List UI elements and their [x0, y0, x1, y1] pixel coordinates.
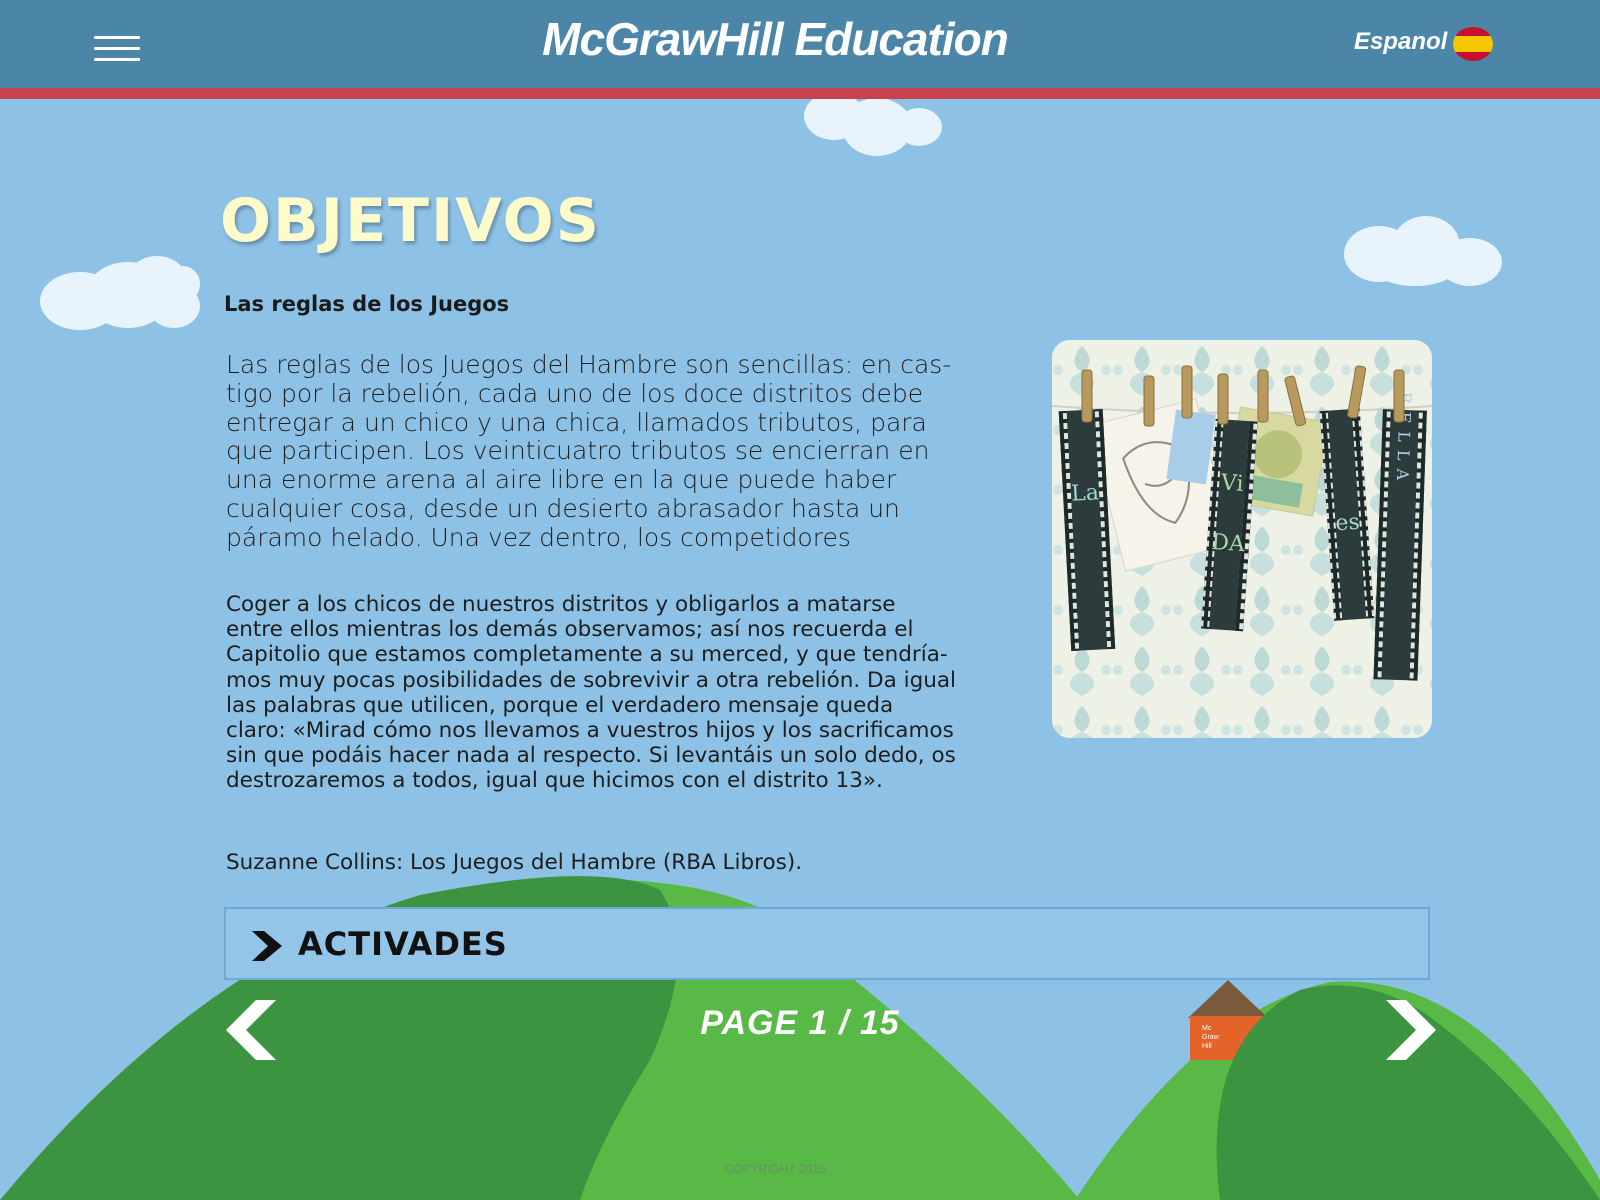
text-line: una enorme arena al aire libre en la que… — [226, 465, 897, 495]
film-strip-artwork: La Vi DA es BELLA — [1052, 340, 1432, 738]
text-line: cualquier cosa, desde un desierto abrasa… — [226, 493, 900, 523]
page-title: OBJETIVOS — [220, 186, 601, 256]
activities-label: ACTIVADES — [298, 925, 508, 963]
spain-flag-icon[interactable] — [1453, 27, 1493, 61]
text-line: Coger a los chicos de nuestros distritos… — [226, 592, 896, 617]
section-subtitle: Las reglas de los Juegos — [224, 292, 510, 316]
text-line: entre ellos mientras los demás observamo… — [226, 617, 914, 643]
strip-letter: Vi — [1219, 470, 1244, 497]
chevron-right-icon — [252, 931, 282, 961]
strip-letter: La — [1071, 480, 1100, 506]
arrow-right-icon[interactable] — [1380, 998, 1440, 1062]
copyright-text: COPYRIGHT 2015 — [724, 1162, 826, 1176]
text-line: entregar a un chico y una chica, llamado… — [226, 407, 927, 437]
text-line: claro: «Mirad cómo nos llevamos a vuestr… — [226, 718, 954, 744]
top-header: McGrawHill Education Espanol — [0, 0, 1600, 88]
page-indicator: PAGE 1 / 15 — [700, 1004, 900, 1042]
text-line: Capitolio que estamos completamente a su… — [226, 642, 948, 668]
language-selector[interactable]: Espanol — [1354, 28, 1447, 56]
text-line: Las reglas de los Juegos del Hambre son … — [226, 350, 952, 379]
strip-letter: DA — [1210, 530, 1246, 557]
paragraph-1: Las reglas de los Juegos del Hambre son … — [226, 350, 1026, 553]
text-line: las palabras que utilicen, porque el ver… — [226, 692, 894, 718]
text-line: páramo helado. Una vez dentro, los compe… — [226, 522, 851, 552]
strip-letter: es — [1335, 510, 1361, 537]
quote-credit: Suzanne Collins: Los Juegos del Hambre (… — [226, 850, 803, 875]
text-line: que participen. Los veinticuatro tributo… — [226, 436, 930, 466]
text-line: destrozaremos a todos, igual que hicimos… — [226, 768, 883, 794]
brand-title: McGrawHill Education — [542, 13, 1009, 65]
header-stripe — [0, 88, 1600, 99]
text-line: sin que podáis hacer nada al respecto. S… — [226, 743, 956, 769]
text-line: tigo por la rebelión, cada uno de los do… — [226, 378, 924, 408]
text-line: mos muy pocas posibilidades de sobrevivi… — [226, 667, 957, 693]
paragraph-2: Coger a los chicos de nuestros distritos… — [226, 592, 1036, 794]
film-strip-illustration: La Vi DA es BELLA — [1052, 340, 1432, 738]
